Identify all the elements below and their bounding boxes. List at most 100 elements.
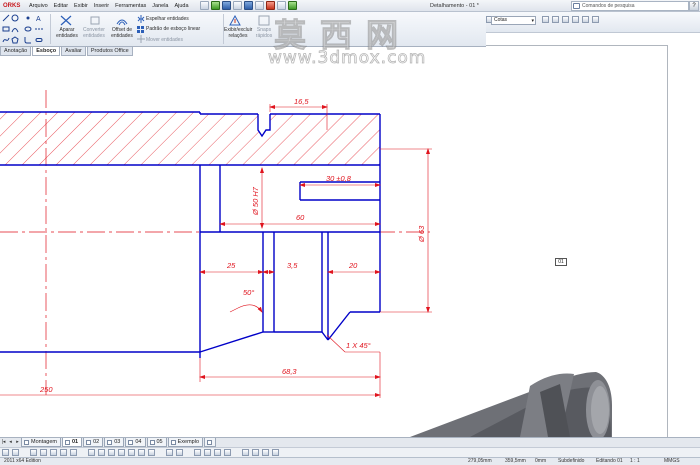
weld-icon[interactable] (108, 449, 115, 456)
dim-phi-50[interactable]: Ø 50 H7 (251, 186, 260, 216)
menu-arquivo[interactable]: Arquivo (26, 0, 51, 12)
dim-68-3[interactable]: 68,3 (282, 367, 297, 376)
surface-finish-icon[interactable] (70, 449, 77, 456)
line-color-icon[interactable] (204, 449, 211, 456)
sheet-tab-04[interactable]: 04 (125, 438, 146, 447)
color-display-icon[interactable] (262, 449, 269, 456)
hide-edge-icon[interactable] (242, 449, 249, 456)
mirror-label[interactable]: Espelhar entidades (146, 16, 189, 22)
status-units[interactable]: MMGS (664, 458, 680, 465)
table-icon[interactable] (176, 449, 183, 456)
tab-anotacao[interactable]: Anotação (0, 47, 32, 56)
sheet-tab-01[interactable]: 01 (62, 438, 83, 447)
layer-properties-icon[interactable] (272, 449, 279, 456)
tab-produtos-office[interactable]: Produtos Office (86, 47, 133, 56)
hatched-section[interactable] (0, 112, 380, 165)
datum-icon[interactable] (98, 449, 105, 456)
select-icon[interactable] (255, 1, 264, 10)
sheet-tab-03[interactable]: 03 (104, 438, 125, 447)
prev-sheet-button[interactable]: ◂ (7, 439, 14, 447)
sheet-tab-exemplo[interactable]: Exemplo (167, 438, 204, 447)
center-mark-icon[interactable] (128, 449, 135, 456)
point-icon[interactable] (24, 14, 32, 22)
file-properties-icon[interactable] (277, 1, 286, 10)
sheet-tab-montagem[interactable]: Montagem (21, 438, 61, 447)
tab-avaliar[interactable]: Avaliar (61, 47, 86, 56)
line-icon[interactable] (2, 14, 10, 22)
ellipse-icon[interactable] (24, 25, 32, 33)
sheet-tab-05[interactable]: 05 (146, 438, 167, 447)
dim-50-deg[interactable]: 50° (243, 288, 254, 297)
dim-20[interactable]: 20 (348, 261, 358, 270)
smart-dimension-icon[interactable] (40, 449, 47, 456)
menu-ferramentas[interactable]: Ferramentas (112, 0, 149, 12)
open-icon[interactable] (211, 1, 220, 10)
menu-editar[interactable]: Editar (51, 0, 71, 12)
linear-pattern-label[interactable]: Padrão de esboço linear (146, 26, 200, 32)
dim-chamfer[interactable]: 1 X 45° (346, 341, 371, 350)
edit-appearance-icon[interactable] (562, 16, 569, 23)
dim-60[interactable]: 60 (296, 213, 305, 222)
search-input[interactable]: Comandos de pesquisa (571, 1, 689, 11)
centerline-icon[interactable] (35, 25, 43, 33)
offset-entities-icon[interactable] (116, 15, 128, 26)
move-entities-icon[interactable] (137, 35, 145, 43)
app-logo[interactable]: ORKS (0, 1, 23, 11)
first-sheet-button[interactable]: |◂ (0, 439, 7, 447)
view-reference-label[interactable]: 01 (555, 258, 567, 266)
geometric-tolerance-icon[interactable] (88, 449, 95, 456)
select-filter-icon[interactable] (30, 449, 37, 456)
move-entities-label[interactable]: Mover entidades (146, 37, 183, 43)
hole-callout-icon[interactable] (118, 449, 125, 456)
section-view-icon[interactable] (542, 16, 549, 23)
spline-icon[interactable] (2, 36, 10, 44)
print-icon[interactable] (233, 1, 242, 10)
zoom-icon[interactable] (2, 449, 9, 456)
layer-icon[interactable] (592, 16, 599, 23)
convert-entities-label[interactable]: Converter entidades (80, 27, 108, 39)
rectangle-icon[interactable] (2, 25, 10, 33)
options-icon[interactable] (288, 1, 297, 10)
tab-esboco[interactable]: Esboço (32, 47, 61, 56)
show-edge-icon[interactable] (252, 449, 259, 456)
display-relations-label[interactable]: Exibir/excluir relações (224, 27, 252, 39)
dim-30[interactable]: 30 ±0,8 (326, 174, 352, 183)
offset-entities-label[interactable]: Offset de entidades (108, 27, 136, 39)
arc-icon[interactable] (11, 25, 19, 33)
linear-pattern-icon[interactable] (137, 25, 145, 33)
block-icon[interactable] (166, 449, 173, 456)
dim-phi-63[interactable]: Ø 63 (417, 225, 426, 243)
pan-icon[interactable] (12, 449, 19, 456)
shaded-part-preview[interactable] (410, 372, 612, 440)
quick-snaps-icon[interactable] (258, 15, 270, 26)
menu-janela[interactable]: Janela (149, 0, 171, 12)
drawing-canvas[interactable]: 16,5 30 ±0,8 Ø 50 H7 60 Ø 63 25 3,5 20 5… (0, 0, 700, 465)
status-scale[interactable]: 1 : 1 (630, 458, 640, 465)
centerline-tool-icon[interactable] (138, 449, 145, 456)
rebuild-icon[interactable] (266, 1, 275, 10)
mirror-icon[interactable] (137, 15, 145, 23)
line-thickness-icon[interactable] (214, 449, 221, 456)
new-document-icon[interactable] (200, 1, 209, 10)
trim-label[interactable]: Aparar entidades (53, 27, 81, 39)
display-relations-icon[interactable] (229, 14, 241, 26)
dim-25[interactable]: 25 (226, 261, 236, 270)
balloon-icon[interactable] (60, 449, 67, 456)
dim-16-5[interactable]: 16,5 (294, 97, 309, 106)
menu-inserir[interactable]: Inserir (91, 0, 112, 12)
circle-icon[interactable] (11, 14, 19, 22)
add-sheet-button[interactable] (204, 438, 217, 447)
slot-icon[interactable] (35, 36, 43, 44)
polygon-icon[interactable] (11, 36, 19, 44)
trim-icon[interactable] (60, 15, 72, 26)
dim-250[interactable]: 250 (39, 385, 53, 394)
menu-ajuda[interactable]: Ajuda (171, 0, 191, 12)
sheet-tab-02[interactable]: 02 (83, 438, 104, 447)
line-format-icon[interactable] (194, 449, 201, 456)
quick-snaps-label[interactable]: Snaps rápidos (252, 27, 276, 39)
next-sheet-button[interactable]: ▸ (14, 439, 21, 447)
note-icon[interactable] (50, 449, 57, 456)
area-hatch-icon[interactable] (148, 449, 155, 456)
align-icon[interactable] (572, 16, 579, 23)
help-button[interactable]: ? (689, 1, 699, 11)
